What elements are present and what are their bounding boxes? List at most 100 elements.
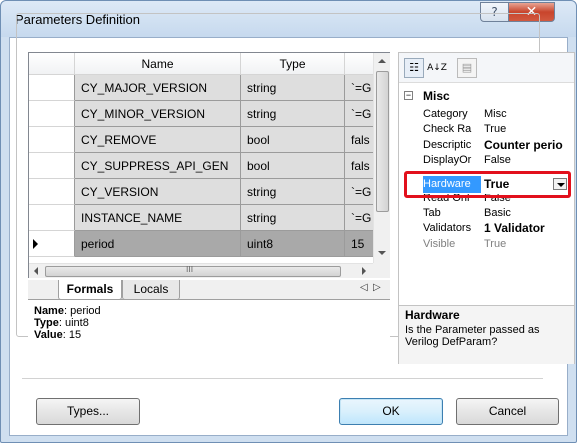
- info-name-label: Name: [34, 305, 64, 317]
- property-value[interactable]: True: [484, 237, 574, 252]
- cell-value[interactable]: `=G: [345, 101, 373, 127]
- property-key: Descriptic: [423, 139, 472, 151]
- row-header[interactable]: [29, 205, 75, 231]
- tab-locals[interactable]: Locals: [122, 280, 180, 300]
- property-row-tab[interactable]: Tab Basic: [399, 206, 574, 221]
- property-value[interactable]: Counter perio: [484, 138, 574, 153]
- cancel-button[interactable]: Cancel: [456, 398, 559, 425]
- categorized-icon: ☷: [409, 61, 419, 74]
- grid-horizontal-scrollbar[interactable]: III: [29, 263, 373, 278]
- row-header[interactable]: [29, 127, 75, 153]
- info-value-label: Value: [34, 329, 63, 341]
- scroll-down-icon[interactable]: [378, 251, 386, 255]
- property-key: Category: [423, 108, 468, 120]
- current-row-pointer-icon: [33, 239, 38, 249]
- property-pages-button[interactable]: ▤: [457, 58, 477, 78]
- cell-name[interactable]: CY_SUPPRESS_API_GEN: [75, 153, 241, 179]
- row-header[interactable]: [29, 101, 75, 127]
- column-header-type[interactable]: Type: [241, 53, 345, 75]
- cell-type[interactable]: string: [241, 75, 345, 101]
- property-row-category[interactable]: Category Misc: [399, 107, 574, 122]
- property-key: Validators: [423, 222, 472, 234]
- property-value[interactable]: 1 Validator: [484, 221, 574, 236]
- cell-type[interactable]: bool: [241, 153, 345, 179]
- property-description-panel: Hardware Is the Parameter passed as Veri…: [399, 305, 574, 364]
- table-row[interactable]: CY_MAJOR_VERSION string `=G: [29, 75, 373, 101]
- table-row[interactable]: INSTANCE_NAME string `=G: [29, 205, 373, 231]
- property-grid[interactable]: ☷ A↓Z ▤ − Misc Category Misc Check Ra Tr…: [398, 52, 575, 364]
- row-header-current[interactable]: [29, 231, 75, 257]
- vertical-scroll-thumb[interactable]: [376, 71, 389, 212]
- cell-type[interactable]: string: [241, 101, 345, 127]
- cell-value[interactable]: `=G: [345, 75, 373, 101]
- cell-value[interactable]: fals: [345, 153, 373, 179]
- cell-name[interactable]: CY_VERSION: [75, 179, 241, 205]
- column-header-value[interactable]: [345, 53, 373, 75]
- table-row[interactable]: CY_VERSION string `=G: [29, 179, 373, 205]
- cell-name[interactable]: CY_MINOR_VERSION: [75, 101, 241, 127]
- cell-type[interactable]: string: [241, 179, 345, 205]
- cell-name[interactable]: CY_REMOVE: [75, 127, 241, 153]
- category-label: Misc: [423, 89, 450, 103]
- category-misc[interactable]: − Misc: [399, 87, 574, 105]
- tab-next-icon[interactable]: ▷: [373, 282, 381, 293]
- table-row[interactable]: CY_SUPPRESS_API_GEN bool fals: [29, 153, 373, 179]
- description-title: Hardware: [405, 308, 460, 322]
- cell-name[interactable]: period: [75, 231, 241, 257]
- horizontal-scroll-thumb[interactable]: III: [45, 265, 341, 277]
- cell-value[interactable]: fals: [345, 127, 373, 153]
- table-row[interactable]: CY_MINOR_VERSION string `=G: [29, 101, 373, 127]
- ok-button[interactable]: OK: [339, 398, 443, 425]
- cell-value[interactable]: `=G: [345, 205, 373, 231]
- property-row-visible[interactable]: Visible True: [399, 237, 574, 252]
- table-row[interactable]: CY_REMOVE bool fals: [29, 127, 373, 153]
- property-pages-icon: ▤: [461, 61, 473, 74]
- property-row-display-order[interactable]: DisplayOr False: [399, 153, 574, 168]
- cell-name[interactable]: CY_MAJOR_VERSION: [75, 75, 241, 101]
- grid-vertical-scrollbar[interactable]: [373, 53, 390, 263]
- grid-header: Name Type: [29, 53, 373, 75]
- cell-name[interactable]: INSTANCE_NAME: [75, 205, 241, 231]
- property-key: DisplayOr: [423, 154, 472, 166]
- row-header[interactable]: [29, 75, 75, 101]
- property-row-description[interactable]: Descriptic Counter perio: [399, 138, 574, 153]
- property-value[interactable]: True: [484, 122, 574, 137]
- scroll-right-icon[interactable]: [362, 267, 366, 275]
- info-value-value: : 15: [62, 329, 82, 341]
- categorized-button[interactable]: ☷: [404, 58, 424, 78]
- table-row-selected[interactable]: period uint8 15: [29, 231, 373, 257]
- scrollbar-corner: [373, 263, 390, 278]
- property-row-check-range[interactable]: Check Ra True: [399, 122, 574, 137]
- cell-type[interactable]: uint8: [241, 231, 345, 257]
- property-value[interactable]: Misc: [484, 107, 574, 122]
- tab-prev-icon[interactable]: ◁: [360, 282, 368, 293]
- parameters-grid[interactable]: Name Type CY_MAJOR_VERSION string `=G CY…: [28, 52, 390, 278]
- cell-type[interactable]: bool: [241, 127, 345, 153]
- row-header[interactable]: [29, 179, 75, 205]
- info-type-line: Type: uint8: [34, 317, 384, 329]
- property-value[interactable]: Basic: [484, 206, 574, 221]
- types-button[interactable]: Types...: [36, 398, 140, 425]
- info-name-value: : period: [63, 305, 101, 317]
- row-header-corner: [29, 53, 75, 75]
- highlight-callout-box: [404, 171, 571, 198]
- cell-type[interactable]: string: [241, 205, 345, 231]
- property-value[interactable]: False: [484, 153, 574, 168]
- button-separator: [22, 378, 543, 379]
- cell-value[interactable]: `=G: [345, 179, 373, 205]
- scroll-up-icon[interactable]: [378, 59, 386, 63]
- alphabetical-button[interactable]: A↓Z: [426, 58, 448, 78]
- grid-viewport: Name Type CY_MAJOR_VERSION string `=G CY…: [29, 53, 373, 263]
- column-header-name[interactable]: Name: [75, 53, 241, 75]
- sort-alpha-icon: A↓Z: [427, 63, 447, 73]
- cell-value[interactable]: 15: [345, 231, 373, 257]
- info-type-value: : uint8: [58, 317, 89, 329]
- row-header[interactable]: [29, 153, 75, 179]
- scroll-grip-icon: III: [186, 265, 194, 274]
- scroll-left-icon[interactable]: [34, 267, 38, 275]
- property-toolbar: ☷ A↓Z ▤: [399, 53, 574, 83]
- collapse-icon[interactable]: −: [404, 91, 413, 100]
- property-row-validators[interactable]: Validators 1 Validator: [399, 221, 574, 236]
- parameter-info-panel: Name: period Type: uint8 Value: 15: [28, 302, 390, 364]
- tab-formals[interactable]: Formals: [58, 280, 122, 300]
